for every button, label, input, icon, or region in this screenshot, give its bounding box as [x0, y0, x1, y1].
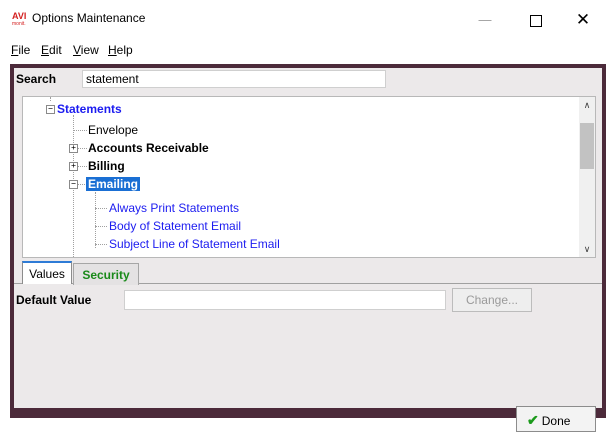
tree-item-envelope[interactable]: Envelope	[88, 121, 138, 139]
app-logo-icon: AVI monit.	[12, 11, 27, 27]
tree-item-statements[interactable]: Statements	[57, 100, 122, 118]
minimize-icon: —	[478, 12, 492, 27]
minimize-button[interactable]: —	[462, 6, 508, 34]
scroll-thumb[interactable]	[580, 123, 594, 169]
tree-connector	[95, 208, 107, 209]
tree-connector	[78, 148, 87, 149]
menu-bar: File Edit View Help	[0, 38, 606, 64]
title-bar: AVI monit. Options Maintenance — ✕	[0, 0, 606, 38]
tree-item-subject-line[interactable]: Subject Line of Statement Email	[109, 235, 280, 253]
options-tree[interactable]: − Statements Envelope + Accounts Receiva…	[22, 96, 596, 258]
default-value-field[interactable]	[124, 290, 446, 310]
close-button[interactable]: ✕	[560, 6, 606, 34]
tree-item-emailing-label: Emailing	[86, 177, 141, 191]
tree-connector	[50, 97, 51, 101]
expand-icon[interactable]: +	[69, 144, 78, 153]
close-icon: ✕	[575, 10, 591, 29]
tree-item-accounts-receivable[interactable]: Accounts Receivable	[88, 139, 209, 157]
done-button-label: Done	[541, 414, 571, 428]
tree-item-billing[interactable]: Billing	[88, 157, 125, 175]
search-label: Search	[16, 72, 57, 86]
collapse-icon[interactable]: −	[69, 180, 78, 189]
tab-security[interactable]: Security	[73, 263, 139, 285]
tree-item-always-print[interactable]: Always Print Statements	[109, 199, 239, 217]
default-value-label: Default Value	[16, 293, 92, 307]
done-button[interactable]: ✔ Done	[516, 406, 596, 432]
tree-connector	[95, 244, 107, 245]
menu-edit[interactable]: Edit	[41, 43, 62, 57]
collapse-icon[interactable]: −	[46, 105, 55, 114]
tree-item-emailing[interactable]: Emailing	[86, 175, 141, 193]
change-button[interactable]: Change...	[452, 288, 532, 312]
tree-connector	[95, 192, 96, 248]
logo-text: AVI	[12, 11, 27, 21]
window-title: Options Maintenance	[32, 11, 146, 25]
scroll-up-icon[interactable]: ∧	[579, 97, 595, 113]
tree-item-body-email[interactable]: Body of Statement Email	[109, 217, 241, 235]
scroll-down-icon[interactable]: ∨	[579, 241, 595, 257]
maximize-icon	[530, 14, 542, 27]
tree-connector	[78, 166, 87, 167]
expand-icon[interactable]: +	[69, 162, 78, 171]
menu-view[interactable]: View	[73, 43, 99, 57]
tree-connector	[95, 226, 107, 227]
logo-subtext: monit.	[12, 21, 26, 27]
menu-file[interactable]: File	[11, 43, 30, 57]
tab-values[interactable]: Values	[22, 261, 72, 284]
search-input[interactable]	[82, 70, 386, 88]
tree-connector	[73, 130, 87, 131]
tree-scrollbar[interactable]: ∧ ∨	[579, 97, 595, 257]
maximize-button[interactable]	[513, 6, 559, 34]
menu-help[interactable]: Help	[108, 43, 133, 57]
checkmark-icon: ✔	[527, 412, 539, 428]
